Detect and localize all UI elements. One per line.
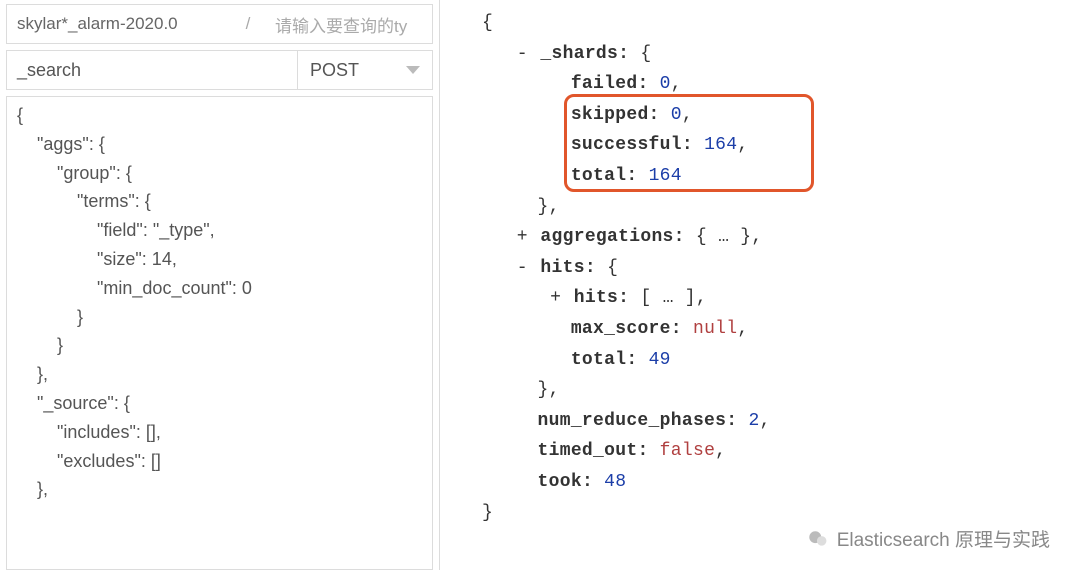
req-line: "field": "_type", [17,216,430,245]
expand-toggle[interactable]: + [515,222,529,253]
json-key: total [571,166,627,186]
resp-line: } [482,498,1080,529]
req-line: "size": 14, [17,245,430,274]
resp-line: + aggregations: { … }, [482,222,1080,253]
index-input[interactable]: skylar*_alarm-2020.0 [6,4,231,44]
req-line: { [17,101,430,130]
panel-divider [440,0,478,570]
resp-line: timed_out: false, [482,436,1080,467]
resp-line: num_reduce_phases: 2, [482,406,1080,437]
req-line: "group": { [17,159,430,188]
path-separator: / [231,4,265,44]
resp-line: total: 164 [482,161,1080,192]
endpoint-input[interactable]: _search [6,50,298,90]
left-panel: skylar*_alarm-2020.0 / 请输入要查询的ty _search… [0,0,440,570]
json-key: total [571,350,627,370]
watermark: Elasticsearch 原理与实践 [807,525,1050,552]
req-line: } [17,331,430,360]
type-input[interactable]: 请输入要查询的ty [265,4,433,44]
index-type-row: skylar*_alarm-2020.0 / 请输入要查询的ty [6,4,433,44]
http-method-label: POST [310,60,359,81]
resp-line: skipped: 0, [482,100,1080,131]
resp-line: }, [482,192,1080,223]
json-number: 2 [748,411,759,431]
json-key: took [538,472,582,492]
json-number: 48 [604,472,626,492]
resp-line: + hits: [ … ], [482,283,1080,314]
json-collapsed: [ … ], [640,288,707,308]
expand-toggle[interactable]: + [549,283,563,314]
json-key: successful [571,135,682,155]
req-line: } [17,303,430,332]
json-key: max_score [571,319,671,339]
resp-line: took: 48 [482,467,1080,498]
json-number: 0 [671,105,682,125]
json-key: hits [574,288,618,308]
app-root: skylar*_alarm-2020.0 / 请输入要查询的ty _search… [0,0,1080,570]
chevron-down-icon [406,66,420,74]
json-number: 0 [660,74,671,94]
resp-line: - _shards: { [482,39,1080,70]
req-line: "_source": { [17,389,430,418]
json-bool: false [660,441,716,461]
req-line: }, [17,475,430,504]
request-body-scroll[interactable]: { "aggs": { "group": { "terms": { "field… [7,97,432,569]
req-line: "min_doc_count": 0 [17,274,430,303]
resp-line: - hits: { [482,253,1080,284]
collapse-toggle[interactable]: - [515,253,529,284]
req-line: "includes": [], [17,418,430,447]
resp-line: total: 49 [482,345,1080,376]
request-body-editor[interactable]: { "aggs": { "group": { "terms": { "field… [6,96,433,570]
http-method-select[interactable]: POST [298,50,433,90]
resp-line: successful: 164, [482,130,1080,161]
json-key: timed_out [538,441,638,461]
req-line: }, [17,360,430,389]
endpoint-method-row: _search POST [6,50,433,90]
resp-line: { [482,8,1080,39]
collapse-toggle[interactable]: - [515,39,529,70]
response-panel: { - _shards: { failed: 0, skipped: 0, su… [478,0,1080,570]
json-null: null [693,319,737,339]
json-key: _shards [540,44,618,64]
resp-line: max_score: null, [482,314,1080,345]
json-key: failed [571,74,638,94]
json-number: 164 [649,166,682,186]
json-key: num_reduce_phases [538,411,727,431]
req-line: "excludes": [] [17,447,430,476]
wechat-icon [807,528,829,550]
json-key: hits [540,258,584,278]
watermark-text: Elasticsearch 原理与实践 [837,525,1050,552]
json-number: 49 [649,350,671,370]
json-key: aggregations [540,227,673,247]
json-number: 164 [704,135,737,155]
resp-line: failed: 0, [482,69,1080,100]
resp-line: }, [482,375,1080,406]
req-line: "terms": { [17,187,430,216]
req-line: "aggs": { [17,130,430,159]
json-key: skipped [571,105,649,125]
json-collapsed: { … }, [696,227,763,247]
